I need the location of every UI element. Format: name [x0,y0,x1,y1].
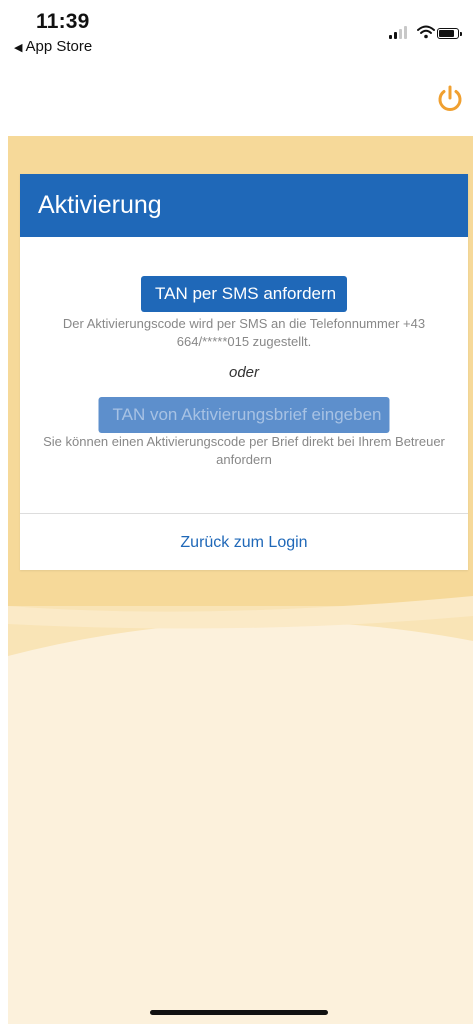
back-to-login-link[interactable]: Zurück zum Login [20,534,468,552]
divider [20,513,468,514]
status-bar: 11:39 ◀ App Store [8,0,473,62]
status-time: 11:39 [36,10,90,33]
letter-description: Sie können einen Aktivierungscode per Br… [43,434,445,467]
card-header: Aktivierung [20,174,468,237]
back-to-app-store[interactable]: ◀ App Store [14,38,92,55]
home-indicator[interactable] [150,1010,328,1015]
sms-description: Der Aktivierungscode wird per SMS an die… [62,316,426,349]
back-to-app-store-label: App Store [25,38,93,55]
wifi-icon [417,23,435,44]
power-button[interactable] [433,82,467,116]
card-title: Aktivierung [38,191,162,219]
separator-text: oder [228,364,260,381]
cellular-signal-icon [389,25,411,39]
app-header [8,62,473,136]
app-screen: 11:39 ◀ App Store Aktivierung TAN per SM… [8,0,473,1024]
status-icons [381,23,462,45]
activation-card: Aktivierung TAN per SMS anfordern Der Ak… [20,174,468,570]
enter-letter-tan-button[interactable]: TAN von Aktivierungsbrief eingeben [98,397,390,433]
back-arrow-icon: ◀ [14,42,23,54]
request-sms-tan-button[interactable]: TAN per SMS anfordern [141,276,347,312]
battery-icon [437,28,462,39]
power-icon [438,85,462,111]
card-body: TAN per SMS anfordern Der Aktivierungsco… [20,237,468,513]
